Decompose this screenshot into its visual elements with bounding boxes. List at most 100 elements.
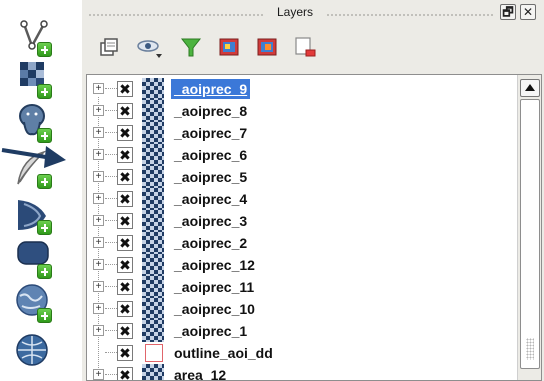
layer-row[interactable]: + ✖ _aoiprec_11 [87, 276, 515, 298]
layer-visibility-checkbox[interactable]: ✖ [117, 301, 133, 317]
layer-name[interactable]: _aoiprec_7 [171, 123, 250, 143]
expand-toggle-icon[interactable]: + [93, 303, 104, 314]
expand-all-button[interactable] [216, 34, 242, 60]
expand-toggle-icon[interactable]: + [93, 325, 104, 336]
add-mssql-layer-button[interactable] [12, 194, 64, 236]
plus-icon [37, 264, 52, 279]
layer-name[interactable]: _aoiprec_3 [171, 211, 250, 231]
expand-toggle-icon[interactable]: + [93, 83, 104, 94]
raster-legend-icon [142, 78, 164, 100]
layer-visibility-checkbox[interactable]: ✖ [117, 147, 133, 163]
layer-visibility-checkbox[interactable]: ✖ [117, 213, 133, 229]
layer-tree[interactable]: + ✖ _aoiprec_9 + ✖ _aoiprec_8 + ✖ _aoiprec_7 + ✖ _a… [86, 74, 542, 381]
layer-visibility-checkbox[interactable]: ✖ [117, 257, 133, 273]
expand-toggle-icon[interactable]: + [93, 369, 104, 380]
panel-title: Layers [276, 5, 314, 19]
raster-legend-icon [142, 276, 164, 298]
layer-row[interactable]: + ✖ _aoiprec_7 [87, 122, 515, 144]
add-raster-layer-button[interactable] [12, 58, 64, 100]
add-vector-layer-button[interactable] [12, 16, 64, 58]
expand-toggle-icon[interactable]: + [93, 127, 104, 138]
manage-visibility-button[interactable] [136, 34, 162, 60]
layer-visibility-checkbox[interactable]: ✖ [117, 81, 133, 97]
close-panel-button[interactable]: ✕ [520, 4, 536, 20]
scroll-up-button[interactable] [520, 79, 540, 97]
layer-row[interactable]: ✖ outline_aoi_dd [87, 342, 515, 364]
layer-visibility-checkbox[interactable]: ✖ [117, 279, 133, 295]
expand-toggle-icon[interactable]: + [93, 105, 104, 116]
layer-visibility-checkbox[interactable]: ✖ [117, 367, 133, 380]
layer-visibility-checkbox[interactable]: ✖ [117, 103, 133, 119]
plus-icon [37, 308, 52, 323]
open-layer-styling-icon [96, 38, 122, 64]
raster-legend-icon [142, 232, 164, 254]
layer-visibility-checkbox[interactable]: ✖ [117, 125, 133, 141]
layer-row[interactable]: + ✖ _aoiprec_9 [87, 78, 515, 100]
layer-visibility-checkbox[interactable]: ✖ [117, 169, 133, 185]
layer-row[interactable]: + ✖ area_12 [87, 364, 515, 380]
panel-title-bar[interactable]: Layers 🗗 ✕ [82, 0, 544, 26]
layer-name[interactable]: _aoiprec_10 [171, 299, 258, 319]
layer-visibility-checkbox[interactable]: ✖ [117, 235, 133, 251]
layer-name[interactable]: _aoiprec_8 [171, 101, 250, 121]
layer-name[interactable]: _aoiprec_9 [171, 79, 251, 99]
remove-layer-icon [292, 37, 318, 64]
scroll-grip-icon [526, 338, 534, 360]
expand-toggle-icon[interactable]: + [93, 259, 104, 270]
layer-row[interactable]: + ✖ _aoiprec_4 [87, 188, 515, 210]
layer-visibility-checkbox[interactable]: ✖ [117, 323, 133, 339]
raster-legend-icon [142, 364, 164, 380]
expand-toggle-icon[interactable]: + [93, 171, 104, 182]
raster-legend-icon [142, 144, 164, 166]
layer-row[interactable]: + ✖ _aoiprec_5 [87, 166, 515, 188]
add-oracle-layer-button[interactable] [12, 238, 64, 280]
scroll-thumb[interactable] [520, 99, 540, 369]
layer-name[interactable]: outline_aoi_dd [171, 343, 276, 363]
layers-panel: Layers 🗗 ✕ + ✖ _aoiprec_9 + ✖ _aoiprec_8… [82, 0, 544, 381]
plus-icon [37, 84, 52, 99]
add-wms-layer-button[interactable] [12, 282, 64, 324]
layer-name[interactable]: _aoiprec_5 [171, 167, 250, 187]
layer-visibility-checkbox[interactable]: ✖ [117, 345, 133, 361]
title-grip-right [326, 13, 494, 17]
layer-name[interactable]: _aoiprec_11 [171, 277, 257, 297]
layer-name[interactable]: _aoiprec_4 [171, 189, 250, 209]
layer-name[interactable]: _aoiprec_12 [171, 255, 258, 275]
layer-row[interactable]: + ✖ _aoiprec_10 [87, 298, 515, 320]
expand-toggle-icon[interactable]: + [93, 281, 104, 292]
manage-visibility-icon [136, 40, 166, 64]
expand-all-icon [216, 38, 242, 64]
layer-row[interactable]: + ✖ _aoiprec_1 [87, 320, 515, 342]
raster-legend-icon [142, 166, 164, 188]
plus-icon [37, 220, 52, 235]
vertical-scrollbar[interactable] [517, 75, 541, 380]
layer-row[interactable]: + ✖ _aoiprec_3 [87, 210, 515, 232]
raster-legend-icon [142, 320, 164, 342]
layer-row[interactable]: + ✖ _aoiprec_8 [87, 100, 515, 122]
float-panel-button[interactable]: 🗗 [500, 4, 516, 20]
raster-legend-icon [142, 254, 164, 276]
expand-toggle-icon[interactable]: + [93, 237, 104, 248]
raster-legend-icon [142, 100, 164, 122]
layer-name[interactable]: _aoiprec_1 [171, 321, 250, 341]
expand-toggle-icon[interactable]: + [93, 215, 104, 226]
layer-row[interactable]: + ✖ _aoiprec_2 [87, 232, 515, 254]
collapse-all-button[interactable] [254, 34, 280, 60]
remove-layer-button[interactable] [292, 34, 318, 60]
layer-row[interactable]: + ✖ _aoiprec_6 [87, 144, 515, 166]
layer-name[interactable]: area_12 [171, 365, 229, 380]
polygon-legend-icon [145, 344, 163, 362]
expand-toggle-icon[interactable]: + [93, 193, 104, 204]
plus-icon [37, 174, 52, 189]
raster-legend-icon [142, 298, 164, 320]
expand-toggle-icon[interactable]: + [93, 149, 104, 160]
arrow-pointer-icon [0, 138, 70, 170]
layer-visibility-checkbox[interactable]: ✖ [117, 191, 133, 207]
layer-name[interactable]: _aoiprec_6 [171, 145, 250, 165]
open-layer-styling-button[interactable] [96, 34, 122, 60]
filter-legend-button[interactable] [178, 34, 204, 60]
layer-row[interactable]: + ✖ _aoiprec_12 [87, 254, 515, 276]
add-wfs-layer-button[interactable] [12, 326, 64, 368]
layer-name[interactable]: _aoiprec_2 [171, 233, 250, 253]
plus-icon [37, 42, 52, 57]
